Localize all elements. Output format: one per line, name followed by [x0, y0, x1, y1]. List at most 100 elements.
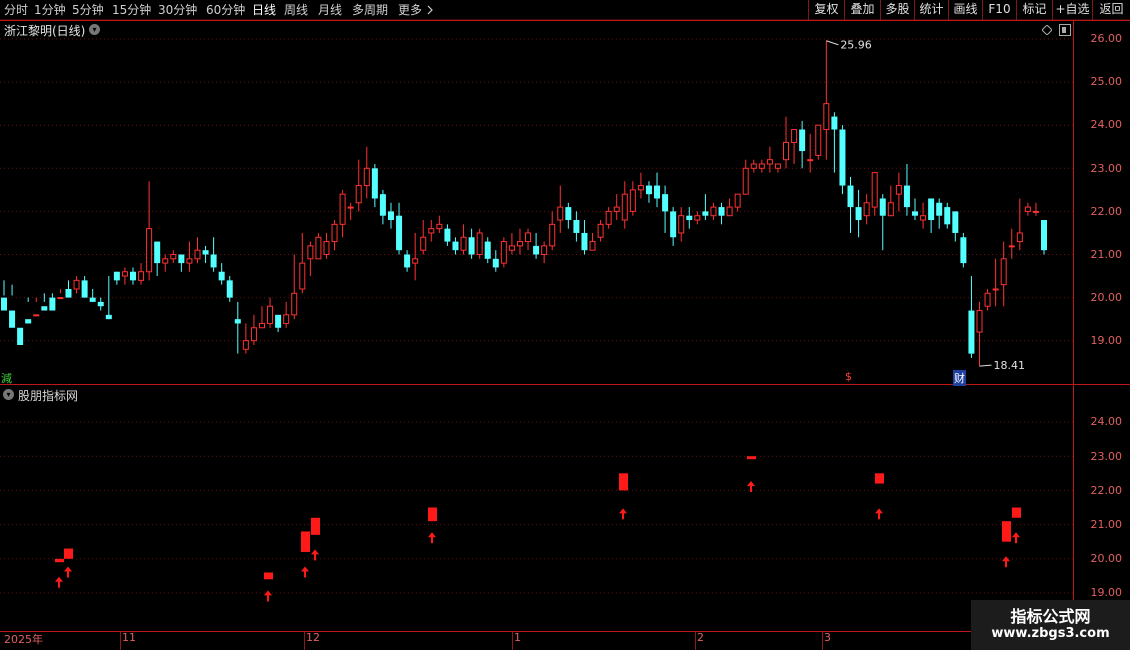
candle-body: [178, 254, 185, 264]
multi-stock-button[interactable]: 多股: [880, 0, 914, 20]
candle-body: [218, 271, 225, 281]
candle-body: [484, 241, 491, 259]
candle-body: [855, 207, 862, 221]
add-watchlist-button[interactable]: +自选: [1052, 0, 1092, 20]
reduce-marker[interactable]: 減: [1, 370, 12, 386]
candle-body: [734, 193, 741, 208]
candle-body: [960, 237, 967, 264]
candle-body: [291, 292, 298, 316]
candle-body: [379, 194, 386, 216]
candle-body: [170, 254, 177, 260]
candle-body: [928, 198, 935, 221]
signal-bar: [64, 548, 73, 559]
y-tick: 21.00: [1090, 248, 1123, 261]
fuquan-button[interactable]: 复权: [808, 0, 844, 20]
tab-monthly[interactable]: 月线: [318, 2, 342, 18]
x-tick-mark: [512, 632, 513, 650]
y-tick: 23.00: [1090, 450, 1123, 463]
candle-body: [452, 241, 459, 251]
y-tick: 21.00: [1090, 518, 1123, 531]
f10-button[interactable]: F10: [982, 0, 1016, 20]
candle-body: [33, 314, 40, 317]
tab-15min[interactable]: 15分钟: [112, 2, 151, 18]
y-tick: 24.00: [1090, 118, 1123, 131]
tab-30min[interactable]: 30分钟: [158, 2, 197, 18]
candle-body: [605, 210, 612, 225]
candle-body: [492, 258, 499, 268]
candle-body: [871, 172, 878, 208]
tab-fenshi[interactable]: 分时: [4, 2, 28, 18]
more-label: 更多: [398, 3, 423, 17]
candle-body: [73, 279, 80, 290]
mark-button[interactable]: 标记: [1016, 0, 1052, 20]
candle-body: [113, 271, 120, 281]
candle-body: [758, 163, 765, 169]
signal-bar: [875, 473, 884, 484]
candle-body: [936, 202, 943, 216]
y-tick: 22.00: [1090, 205, 1123, 218]
candle-body: [1016, 232, 1023, 243]
candle-body: [887, 202, 894, 217]
candle-body: [339, 193, 346, 225]
candle-body: [694, 215, 701, 221]
candle-body: [267, 305, 274, 324]
more-menu[interactable]: 更多: [398, 2, 434, 18]
tab-1min[interactable]: 1分钟: [34, 2, 66, 18]
candle-body: [387, 211, 394, 221]
chevron-down-icon[interactable]: ▾: [3, 389, 14, 400]
candlestick-chart[interactable]: 25.96 18.41: [0, 22, 1073, 384]
candle-body: [315, 236, 322, 260]
candle-body: [258, 322, 265, 329]
candle-body: [863, 202, 870, 217]
candle-body: [242, 340, 249, 350]
candle-body: [968, 310, 975, 354]
signal-bar: [311, 517, 320, 535]
finance-marker[interactable]: 财: [953, 370, 966, 386]
candle-body: [686, 215, 693, 221]
back-button[interactable]: 返回: [1092, 0, 1130, 20]
candle-body: [702, 211, 709, 216]
tab-5min[interactable]: 5分钟: [72, 2, 104, 18]
candle-body: [89, 297, 96, 302]
tab-weekly[interactable]: 周线: [284, 2, 308, 18]
signal-bar: [1002, 521, 1011, 542]
y-tick: 20.00: [1090, 552, 1123, 565]
candle-body: [533, 245, 540, 255]
indicator-chart[interactable]: [0, 400, 1073, 630]
candle-body: [847, 185, 854, 208]
dividend-marker[interactable]: $: [845, 370, 852, 383]
candle-body: [162, 258, 169, 264]
candle-body: [581, 232, 588, 251]
tab-60min[interactable]: 60分钟: [206, 2, 245, 18]
draw-line-button[interactable]: 画线: [948, 0, 982, 20]
tab-daily[interactable]: 日线: [252, 2, 276, 18]
high-label: 25.96: [840, 39, 872, 52]
candle-body: [678, 215, 685, 234]
candle-body: [412, 258, 419, 264]
candle-body: [404, 254, 411, 268]
candle-body: [121, 271, 128, 277]
chevron-right-icon: [427, 5, 433, 15]
candle-body: [629, 189, 636, 212]
candle-body: [1032, 210, 1039, 213]
candle-body: [895, 185, 902, 195]
candle-body: [25, 319, 32, 324]
candle-body: [621, 193, 628, 221]
y-tick: 20.00: [1090, 291, 1123, 304]
candle-body: [654, 185, 661, 199]
period-toolbar: 分时 1分钟 5分钟 15分钟 30分钟 60分钟 日线 周线 月线 多周期 更…: [0, 0, 1130, 20]
statistics-button[interactable]: 统计: [914, 0, 948, 20]
candle-body: [557, 206, 564, 221]
candle-body: [460, 236, 467, 251]
candle-body: [444, 228, 451, 242]
candle-body: [645, 185, 652, 195]
x-tick: 1: [514, 631, 521, 644]
candle-body: [831, 116, 838, 130]
tab-multi-period[interactable]: 多周期: [352, 2, 388, 18]
watermark: 指标公式网 www.zbgs3.com: [971, 600, 1130, 650]
candle-body: [210, 254, 217, 268]
overlay-button[interactable]: 叠加: [844, 0, 880, 20]
candle-body: [355, 185, 362, 204]
candle-body: [992, 288, 999, 291]
candle-body: [468, 237, 475, 255]
